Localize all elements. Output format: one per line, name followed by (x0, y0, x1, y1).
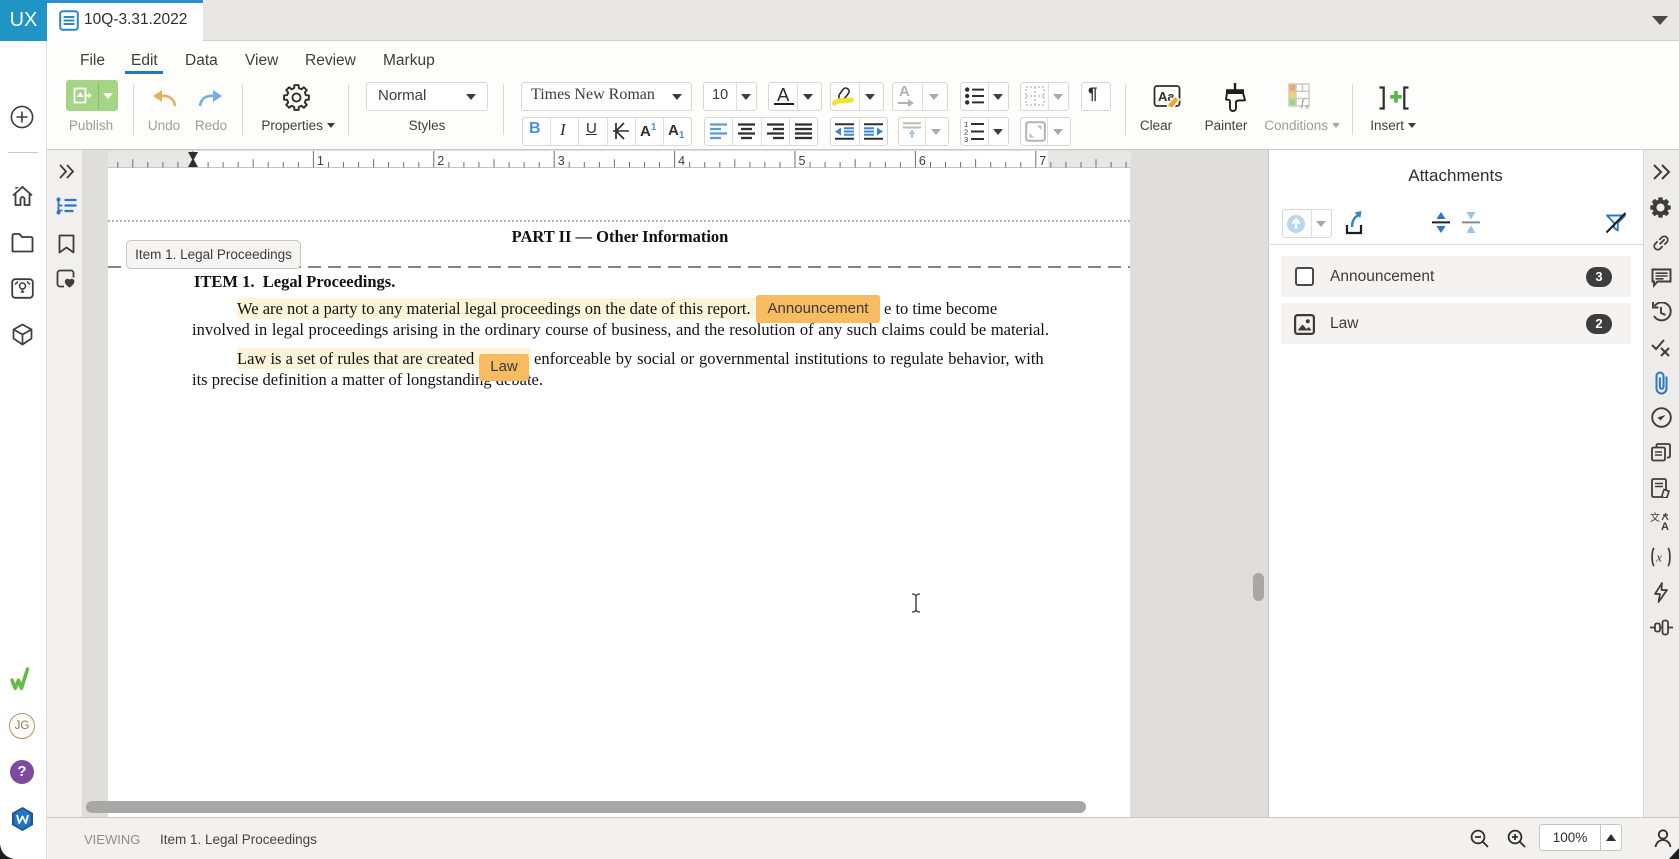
svg-text:A: A (1661, 521, 1669, 532)
svg-text:5: 5 (799, 154, 806, 168)
svg-text:x: x (1655, 550, 1662, 565)
svg-text:2: 2 (437, 154, 444, 168)
svg-text:4: 4 (678, 154, 685, 168)
svg-text:7: 7 (1039, 154, 1046, 168)
svg-text:6: 6 (919, 154, 926, 168)
svg-text:1: 1 (317, 154, 324, 168)
svg-text:x: x (1306, 104, 1310, 110)
svg-text:3: 3 (558, 154, 565, 168)
svg-text:3: 3 (964, 135, 968, 142)
svg-text:文: 文 (1650, 512, 1660, 524)
